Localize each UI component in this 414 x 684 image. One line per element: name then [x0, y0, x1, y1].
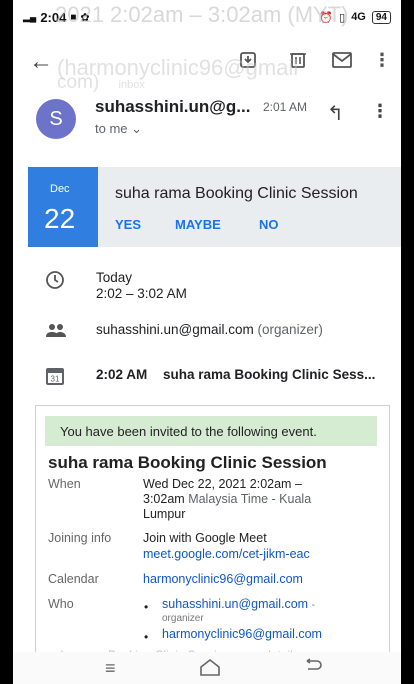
ghost-inbox: inbox: [118, 79, 145, 91]
network-label: 4G: [351, 11, 366, 23]
joining-info-value: Join with Google Meet: [143, 531, 267, 545]
invitation-banner: You have been invited to the following e…: [45, 416, 377, 446]
who-item-1: suhasshini.un@gmail.com -: [162, 597, 315, 611]
home-icon[interactable]: [199, 658, 221, 681]
people-icon: [45, 322, 67, 343]
recipient-toggle[interactable]: to me ⌄: [95, 121, 142, 137]
recipient-label: to me: [95, 121, 128, 136]
when-value-2: 3:02am Malaysia Time - Kuala: [143, 492, 311, 506]
phone-screen: ▂▄ 2:04 ■ ✿ ⏰ ▯ 4G 94 2021 2:02am – 3:02…: [13, 0, 401, 684]
avatar[interactable]: S: [36, 99, 76, 139]
menu-icon[interactable]: ≡: [105, 658, 116, 679]
battery-indicator: 94: [371, 10, 391, 24]
who-role-1: organizer: [162, 613, 204, 624]
joining-info-label: Joining info: [48, 531, 112, 545]
bullet-icon: •: [144, 630, 149, 644]
reply-icon[interactable]: ↰: [327, 101, 344, 126]
clock-icon: [45, 270, 65, 295]
more-vert-icon[interactable]: ⋮: [371, 101, 389, 122]
ghost-line-2: com): [57, 72, 100, 93]
sender-name[interactable]: suhasshini.un@g...: [95, 97, 250, 117]
calendar-icon: 31: [45, 366, 65, 391]
invitation-title: suha rama Booking Clinic Session: [48, 453, 327, 472]
back-nav-icon[interactable]: [303, 658, 323, 679]
who-email-1[interactable]: suhasshini.un@gmail.com: [162, 597, 308, 611]
event-date-block: Dec 22: [28, 167, 98, 247]
meet-link[interactable]: meet.google.com/cet-jikm-eac: [143, 547, 310, 561]
event-month: Dec: [50, 183, 70, 195]
organizer-tag: (organizer): [257, 322, 323, 337]
who-email-2[interactable]: harmonyclinic96@gmail.com: [162, 627, 322, 641]
event-date-line: Today: [96, 270, 133, 285]
event-day: 22: [44, 203, 76, 234]
signal-icon: ▂▄: [23, 11, 37, 22]
calendar-summary: 2:02 AM suha rama Booking Clinic Sess...: [96, 367, 375, 382]
organizer-email: suhasshini.un@gmail.com: [96, 322, 254, 337]
bullet-icon: •: [144, 600, 149, 614]
rsvp-no-button[interactable]: NO: [259, 217, 279, 232]
event-card: Dec 22 suha rama Booking Clinic Session …: [28, 167, 401, 247]
invitation-box: You have been invited to the following e…: [35, 405, 390, 665]
svg-text:31: 31: [51, 375, 60, 384]
when-label: When: [48, 477, 81, 491]
when-value-1: Wed Dec 22, 2021 2:02am –: [143, 477, 302, 491]
mail-icon[interactable]: [331, 49, 353, 71]
calendar-time: 2:02 AM: [96, 367, 148, 382]
when-timezone: Malaysia Time - Kuala: [188, 492, 312, 506]
who-dash: -: [311, 600, 315, 611]
sent-time: 2:01 AM: [263, 100, 308, 114]
organizer-text: suhasshini.un@gmail.com (organizer): [96, 322, 323, 337]
when-end-time: 3:02am: [143, 492, 185, 506]
event-time-range: 2:02 – 3:02 AM: [96, 286, 187, 301]
ghost-overlay-text: 2021 2:02am – 3:02am (MYT): [55, 2, 349, 27]
event-title: suha rama Booking Clinic Session: [115, 185, 358, 202]
sender-row: S suhasshini.un@g... 2:01 AM to me ⌄ ↰ ⋮: [13, 95, 401, 155]
ghost-overlay-text-3: com) inbox: [57, 72, 145, 94]
chevron-down-icon: ⌄: [131, 121, 143, 136]
calendar-label: Calendar: [48, 572, 99, 586]
who-label: Who: [48, 597, 74, 611]
more-vert-icon[interactable]: ⋮: [371, 49, 393, 71]
when-value-3: Lumpur: [143, 507, 186, 521]
calendar-email-link[interactable]: harmonyclinic96@gmail.com: [143, 572, 303, 586]
calendar-title: suha rama Booking Clinic Sess...: [163, 367, 376, 382]
rsvp-yes-button[interactable]: YES: [115, 217, 141, 232]
arrow-left-icon[interactable]: ←: [29, 48, 53, 76]
system-nav-bar: ≡: [13, 652, 401, 684]
rsvp-maybe-button[interactable]: MAYBE: [175, 217, 221, 232]
